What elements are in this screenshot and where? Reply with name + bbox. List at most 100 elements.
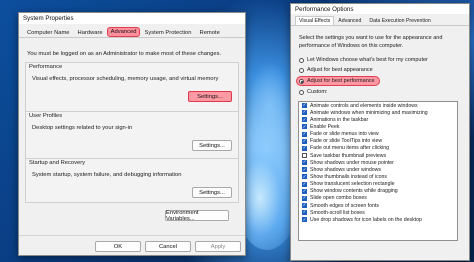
tab-advanced-performance[interactable]: Advanced (334, 16, 365, 25)
radio-button-icon (299, 67, 304, 73)
visual-effect-option[interactable]: Save taskbar thumbnail previews (299, 152, 457, 159)
checkbox-checked-icon[interactable]: ✓ (302, 138, 307, 144)
user-profiles-description: Desktop settings related to your sign-in (32, 125, 133, 131)
visual-effect-label: Show thumbnails instead of icons (310, 173, 387, 180)
tab-system-protection[interactable]: System Protection (140, 28, 195, 37)
visual-effect-label: Animate controls and elements inside win… (310, 102, 418, 109)
system-properties-window: System Properties Computer Name Hardware… (18, 12, 246, 256)
startup-recovery-description: System startup, system failure, and debu… (32, 172, 182, 178)
visual-effect-option[interactable]: ✓ Animations in the taskbar (299, 116, 457, 123)
visual-effect-option[interactable]: ✓ Use drop shadows for icon labels on the… (299, 216, 457, 223)
user-profiles-title: User Profiles (29, 113, 63, 119)
visual-effects-intro: Select the settings you want to use for … (299, 35, 443, 49)
visual-effect-label: Show shadows under windows (310, 166, 381, 173)
visual-effect-label: Show translucent selection rectangle (310, 181, 395, 188)
user-profiles-group: User Profiles Desktop settings related t… (25, 111, 239, 159)
visual-effect-label: Show window contents while dragging (310, 188, 398, 195)
checkbox-checked-icon[interactable]: ✓ (302, 167, 307, 173)
admin-note: You must be logged on as an Administrato… (27, 51, 222, 57)
checkbox-checked-icon[interactable]: ✓ (302, 145, 307, 151)
environment-variables-button[interactable]: Environment Variables... (165, 210, 229, 222)
checkbox-checked-icon[interactable]: ✓ (302, 110, 307, 116)
visual-effects-list[interactable]: ✓ Animate controls and elements inside wi… (298, 101, 458, 241)
performance-title: Performance (29, 64, 63, 70)
visual-effect-option[interactable]: ✓ Smooth edges of screen fonts (299, 202, 457, 209)
checkbox-checked-icon[interactable]: ✓ (302, 131, 307, 137)
checkbox-checked-icon[interactable]: ✓ (302, 181, 307, 187)
startup-recovery-title: Startup and Recovery (29, 160, 86, 166)
performance-options-tabs: Visual Effects Advanced Data Execution P… (291, 14, 469, 26)
visual-effect-option[interactable]: ✓ Animate windows when minimizing and max… (299, 109, 457, 116)
tab-advanced[interactable]: Advanced (106, 27, 141, 37)
checkbox-checked-icon[interactable]: ✓ (302, 174, 307, 180)
tab-visual-effects[interactable]: Visual Effects (295, 16, 335, 25)
visual-effect-label: Save taskbar thumbnail previews (310, 152, 387, 159)
checkbox-checked-icon[interactable]: ✓ (302, 210, 307, 216)
checkbox-unchecked-icon[interactable] (302, 153, 307, 159)
tab-data-execution-prevention[interactable]: Data Execution Prevention (365, 16, 434, 25)
performance-description: Visual effects, processor scheduling, me… (32, 76, 219, 82)
checkbox-checked-icon[interactable]: ✓ (302, 188, 307, 194)
radio-let-windows-choose[interactable]: Let Windows choose what's best for my co… (299, 57, 428, 63)
tab-computer-name[interactable]: Computer Name (23, 28, 74, 37)
ok-button[interactable]: OK (95, 241, 141, 252)
wallpaper-bloom-secondary (250, 60, 290, 150)
visual-effect-option[interactable]: ✓ Fade or slide ToolTips into view (299, 138, 457, 145)
visual-effect-label: Fade or slide menus into view (310, 131, 379, 138)
visual-effect-label: Show shadows under mouse pointer (310, 159, 394, 166)
apply-button[interactable]: Apply (195, 241, 241, 252)
radio-label: Adjust for best appearance (307, 67, 373, 73)
system-properties-title: System Properties (23, 15, 74, 22)
system-properties-titlebar: System Properties (19, 13, 245, 24)
radio-button-selected-icon (299, 78, 304, 84)
performance-options-window: Performance Options Visual Effects Advan… (290, 3, 470, 261)
checkbox-checked-icon[interactable]: ✓ (302, 160, 307, 166)
visual-effect-label: Use drop shadows for icon labels on the … (310, 216, 422, 223)
footer-separator (19, 235, 245, 236)
radio-best-appearance[interactable]: Adjust for best appearance (299, 67, 373, 73)
visual-effect-option[interactable]: ✓ Enable Peek (299, 123, 457, 130)
tab-remote[interactable]: Remote (196, 28, 224, 37)
performance-options-titlebar: Performance Options (291, 4, 469, 14)
visual-effect-option[interactable]: ✓ Show translucent selection rectangle (299, 181, 457, 188)
visual-effect-label: Fade or slide ToolTips into view (310, 138, 383, 145)
visual-effect-label: Slide open combo boxes (310, 195, 367, 202)
performance-settings-button[interactable]: Settings... (188, 91, 232, 102)
startup-recovery-group: Startup and Recovery System startup, sys… (25, 158, 239, 203)
radio-label: Custom: (307, 89, 328, 95)
visual-effect-option[interactable]: ✓ Show shadows under mouse pointer (299, 159, 457, 166)
visual-effect-option[interactable]: ✓ Show shadows under windows (299, 166, 457, 173)
visual-effect-option[interactable]: ✓ Show thumbnails instead of icons (299, 173, 457, 180)
performance-options-title: Performance Options (295, 5, 354, 13)
visual-effect-option[interactable]: ✓ Animate controls and elements inside wi… (299, 102, 457, 109)
checkbox-checked-icon[interactable]: ✓ (302, 195, 307, 201)
user-profiles-settings-button[interactable]: Settings... (192, 140, 232, 151)
radio-label: Let Windows choose what's best for my co… (307, 57, 428, 63)
visual-effect-option[interactable]: ✓ Show window contents while dragging (299, 188, 457, 195)
visual-effect-label: Smooth edges of screen fonts (310, 202, 379, 209)
checkbox-checked-icon[interactable]: ✓ (302, 103, 307, 109)
visual-effect-option[interactable]: ✓ Smooth-scroll list boxes (299, 209, 457, 216)
cancel-button[interactable]: Cancel (145, 241, 191, 252)
visual-effect-label: Animate windows when minimizing and maxi… (310, 109, 428, 116)
visual-effect-label: Smooth-scroll list boxes (310, 209, 365, 216)
checkbox-checked-icon[interactable]: ✓ (302, 203, 307, 209)
visual-effect-option[interactable]: ✓ Slide open combo boxes (299, 195, 457, 202)
startup-recovery-settings-button[interactable]: Settings... (192, 187, 232, 198)
radio-label: Adjust for best performance (307, 78, 375, 84)
radio-button-icon (299, 57, 304, 63)
radio-custom[interactable]: Custom: (299, 89, 327, 95)
checkbox-checked-icon[interactable]: ✓ (302, 124, 307, 130)
visual-effect-option[interactable]: ✓ Fade out menu items after clicking (299, 145, 457, 152)
visual-effect-option[interactable]: ✓ Fade or slide menus into view (299, 131, 457, 138)
checkbox-checked-icon[interactable]: ✓ (302, 217, 307, 223)
tab-hardware[interactable]: Hardware (74, 28, 107, 37)
radio-button-icon (299, 89, 304, 95)
visual-effect-label: Enable Peek (310, 123, 340, 130)
visual-effect-label: Fade out menu items after clicking (310, 145, 390, 152)
system-properties-tabs: Computer Name Hardware Advanced System P… (19, 24, 245, 38)
performance-group: Performance Visual effects, processor sc… (25, 62, 239, 114)
radio-best-performance[interactable]: Adjust for best performance (296, 76, 380, 86)
checkbox-checked-icon[interactable]: ✓ (302, 117, 307, 123)
visual-effect-label: Animations in the taskbar (310, 116, 369, 123)
